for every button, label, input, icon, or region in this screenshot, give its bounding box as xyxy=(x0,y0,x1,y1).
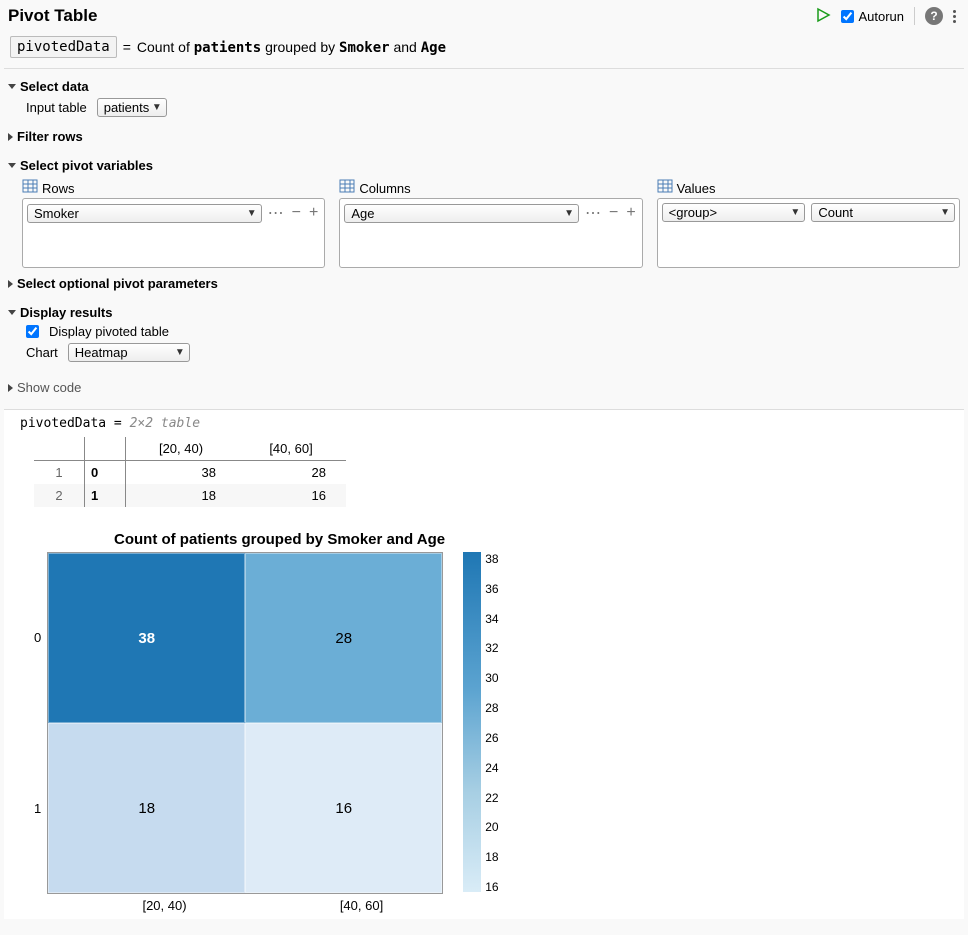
more-icon[interactable]: ⋯ xyxy=(266,203,286,223)
colorbar-tick: 38 xyxy=(485,552,498,566)
heatmap-cell: 28 xyxy=(245,553,442,723)
colorbar-tick: 26 xyxy=(485,731,498,745)
colorbar-tick: 30 xyxy=(485,671,498,685)
heatmap-cell: 38 xyxy=(48,553,245,723)
remove-icon[interactable]: − xyxy=(290,204,303,222)
section-select-data[interactable]: Select data xyxy=(8,79,960,94)
chart-type-label: Chart xyxy=(26,345,58,360)
values-aggregation-select[interactable]: Count▼ xyxy=(811,203,955,222)
x-tick: [20, 40) xyxy=(66,898,263,913)
column-header: [20, 40) xyxy=(126,437,237,461)
values-variable-select[interactable]: <group>▼ xyxy=(662,203,806,222)
section-select-pivot[interactable]: Select pivot variables xyxy=(8,158,960,173)
x-tick: [40, 60] xyxy=(263,898,460,913)
result-summary: 2×2 table xyxy=(130,416,200,431)
result-varname: pivotedData xyxy=(20,416,106,431)
grid-icon xyxy=(22,179,38,196)
colorbar-tick: 16 xyxy=(485,880,498,894)
colorbar-tick: 20 xyxy=(485,820,498,834)
equals-sign: = xyxy=(123,39,131,55)
chevron-right-icon xyxy=(8,384,13,392)
display-table-toggle[interactable]: Display pivoted table xyxy=(26,324,960,339)
y-tick: 1 xyxy=(34,801,41,816)
colorbar-tick: 32 xyxy=(485,641,498,655)
chevron-down-icon xyxy=(8,84,16,89)
run-icon[interactable] xyxy=(815,7,831,26)
input-table-label: Input table xyxy=(26,100,87,115)
autorun-toggle[interactable]: Autorun xyxy=(841,9,904,24)
help-icon[interactable]: ? xyxy=(925,7,943,25)
table-row: 1 0 38 28 xyxy=(34,461,346,485)
colorbar xyxy=(463,552,481,892)
section-show-code[interactable]: Show code xyxy=(8,380,960,395)
chevron-right-icon xyxy=(8,280,13,288)
heatmap-chart: Count of patients grouped by Smoker and … xyxy=(34,531,954,913)
colorbar-tick: 36 xyxy=(485,582,498,596)
rows-container: Smoker▼ ⋯ − + xyxy=(22,198,325,268)
chevron-down-icon xyxy=(8,310,16,315)
input-table-select[interactable]: patients▼ xyxy=(97,98,167,117)
chevron-down-icon xyxy=(8,163,16,168)
section-display-results[interactable]: Display results xyxy=(8,305,960,320)
chevron-right-icon xyxy=(8,133,13,141)
add-icon[interactable]: + xyxy=(307,204,320,222)
colorbar-tick: 34 xyxy=(485,612,498,626)
colorbar-tick: 28 xyxy=(485,701,498,715)
section-optional-params[interactable]: Select optional pivot parameters xyxy=(8,276,960,291)
table-row: 2 1 18 16 xyxy=(34,484,346,507)
grid-icon xyxy=(657,179,673,196)
heatmap-cell: 18 xyxy=(48,723,245,893)
colorbar-tick: 22 xyxy=(485,791,498,805)
colorbar-tick: 24 xyxy=(485,761,498,775)
section-filter-rows[interactable]: Filter rows xyxy=(8,129,960,144)
autorun-checkbox[interactable] xyxy=(841,10,854,23)
chart-type-select[interactable]: Heatmap▼ xyxy=(68,343,190,362)
autorun-label: Autorun xyxy=(858,9,904,24)
y-tick: 0 xyxy=(34,630,41,645)
more-options-icon[interactable] xyxy=(951,8,958,25)
more-icon[interactable]: ⋯ xyxy=(583,203,603,223)
heatmap-cell: 16 xyxy=(245,723,442,893)
rows-variable-select[interactable]: Smoker▼ xyxy=(27,204,262,223)
column-header: [40, 60] xyxy=(236,437,346,461)
columns-variable-select[interactable]: Age▼ xyxy=(344,204,579,223)
remove-icon[interactable]: − xyxy=(607,204,620,222)
divider xyxy=(914,7,915,25)
display-table-checkbox[interactable] xyxy=(26,325,39,338)
columns-container: Age▼ ⋯ − + xyxy=(339,198,642,268)
output-var-name[interactable]: pivotedData xyxy=(10,36,117,58)
colorbar-tick: 18 xyxy=(485,850,498,864)
add-icon[interactable]: + xyxy=(624,204,637,222)
chart-title: Count of patients grouped by Smoker and … xyxy=(114,531,445,548)
grid-icon xyxy=(339,179,355,196)
page-title: Pivot Table xyxy=(8,6,97,26)
values-container: <group>▼ Count▼ xyxy=(657,198,960,268)
result-table: [20, 40) [40, 60] 1 0 38 28 2 1 18 16 xyxy=(34,437,346,507)
